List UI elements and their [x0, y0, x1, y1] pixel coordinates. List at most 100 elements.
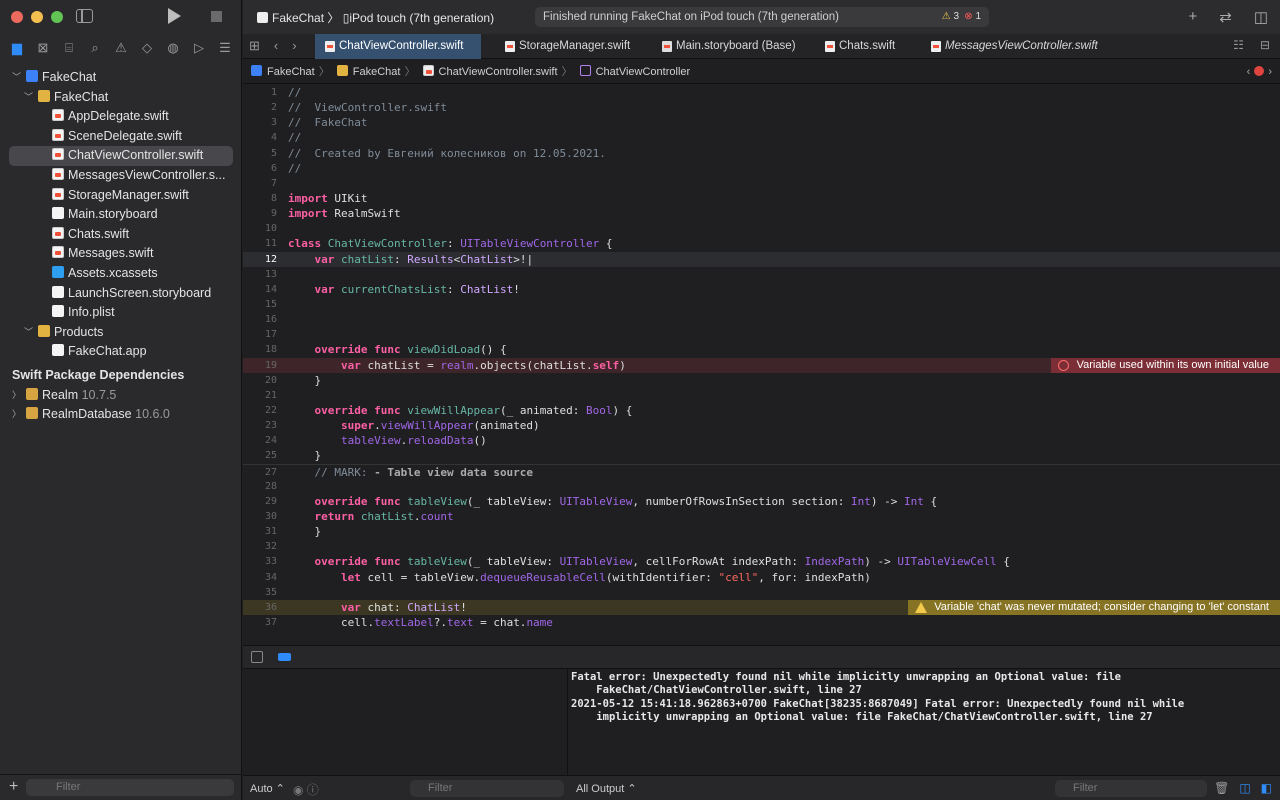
search-icon[interactable]: ⌕: [85, 40, 105, 56]
variables-scope-select[interactable]: Auto ⌃: [250, 782, 285, 795]
warning-annotation[interactable]: Variable 'chat' was never mutated; consi…: [908, 599, 1280, 615]
code-line[interactable]: 11 class ChatViewController: UITableViewC…: [243, 236, 1280, 251]
code-line[interactable]: 31 }: [243, 524, 1280, 539]
tree-item-file[interactable]: Assets.xcassets: [0, 264, 242, 284]
stop-button[interactable]: [211, 11, 222, 22]
breakpoint-icon[interactable]: ▷: [189, 40, 209, 56]
tree-item-products[interactable]: ﹀ Products: [0, 323, 242, 343]
chevron-down-icon[interactable]: ﹀: [24, 323, 33, 343]
chevron-right-icon[interactable]: 〉: [12, 386, 21, 406]
add-icon[interactable]: +: [9, 778, 18, 796]
issue-warning-icon[interactable]: ⚠: [111, 40, 131, 56]
breadcrumb-symbol[interactable]: ChatViewController: [596, 66, 691, 78]
console-output[interactable]: Fatal error: Unexpectedly found nil whil…: [569, 669, 1280, 775]
code-line[interactable]: 32: [243, 539, 1280, 554]
code-line[interactable]: 3 // FakeChat: [243, 115, 1280, 130]
code-line[interactable]: 23 super.viewWillAppear(animated): [243, 418, 1280, 433]
tab-messagesviewcontroller[interactable]: MessagesViewController.swift: [921, 34, 1098, 59]
code-line[interactable]: 14 var currentChatsList: ChatList!: [243, 282, 1280, 297]
tree-item-file[interactable]: LaunchScreen.storyboard: [0, 284, 242, 304]
chevron-down-icon[interactable]: ﹀: [24, 88, 33, 108]
variables-filter-input[interactable]: Filter: [410, 780, 564, 797]
tree-item-file-selected[interactable]: ChatViewController.swift: [9, 146, 233, 166]
split-view-icon[interactable]: ◫: [1239, 781, 1250, 795]
swap-arrows-icon[interactable]: ⇄: [1219, 8, 1232, 26]
error-icon[interactable]: [1254, 66, 1265, 76]
tree-item-file[interactable]: Main.storyboard: [0, 205, 242, 225]
code-line[interactable]: 2 // ViewController.swift: [243, 100, 1280, 115]
code-line[interactable]: 34 let cell = tableView.dequeueReusableC…: [243, 570, 1280, 585]
tree-item-file[interactable]: Chats.swift: [0, 225, 242, 245]
tree-item-file[interactable]: SceneDelegate.swift: [0, 127, 242, 147]
code-line[interactable]: 13: [243, 267, 1280, 282]
chevron-right-icon[interactable]: ›: [1268, 66, 1272, 78]
tab-chats[interactable]: Chats.swift: [815, 34, 895, 59]
code-line[interactable]: 30 return chatList.count: [243, 509, 1280, 524]
report-icon[interactable]: ☰: [215, 40, 235, 56]
source-editor[interactable]: 1 // 2 // ViewController.swift 3 // FakeCha…: [243, 85, 1280, 645]
code-line[interactable]: 33 override func tableView(_ tableView: …: [243, 554, 1280, 569]
tree-item-file[interactable]: FakeChat.app: [0, 342, 242, 362]
code-line[interactable]: 27 // MARK: - Table view data source: [243, 463, 1280, 479]
editor-options-icon[interactable]: ☷: [1233, 38, 1244, 52]
debug-icon[interactable]: ◍: [163, 40, 183, 56]
warning-count[interactable]: ⚠ 3: [942, 7, 959, 27]
code-line[interactable]: 9 import RealmSwift: [243, 206, 1280, 221]
test-diamond-icon[interactable]: ◇: [137, 40, 157, 56]
console-view-icon[interactable]: ◧: [1261, 781, 1272, 795]
output-select[interactable]: All Output ⌃: [576, 782, 637, 795]
close-window-button[interactable]: [11, 11, 23, 23]
chevron-left-icon[interactable]: ‹: [1247, 66, 1251, 78]
grid-icon[interactable]: ⊞: [249, 38, 260, 54]
code-line[interactable]: 28: [243, 479, 1280, 494]
run-button[interactable]: [168, 8, 181, 24]
folder-icon[interactable]: ▆: [7, 40, 27, 56]
source-control-icon[interactable]: ⊠: [33, 40, 53, 56]
inspector-toggle-icon[interactable]: ◫: [1254, 8, 1268, 26]
breakpoints-toggle-icon[interactable]: [278, 653, 291, 661]
tab-chatviewcontroller[interactable]: ChatViewController.swift: [315, 34, 481, 59]
variables-view[interactable]: [243, 669, 568, 775]
error-annotation[interactable]: Variable used within its own initial val…: [1050, 357, 1280, 373]
chevron-right-icon[interactable]: 〉: [12, 405, 21, 425]
code-line[interactable]: 1 //: [243, 85, 1280, 100]
tree-item-file[interactable]: StorageManager.swift: [0, 186, 242, 206]
code-line[interactable]: 10: [243, 221, 1280, 236]
code-line[interactable]: 8 import UIKit: [243, 191, 1280, 206]
tree-item-group[interactable]: ﹀ FakeChat: [0, 88, 242, 108]
code-line[interactable]: 16: [243, 312, 1280, 327]
code-line[interactable]: 22 override func viewWillAppear(_ animat…: [243, 403, 1280, 418]
symbol-navigator-icon[interactable]: ⌸: [59, 40, 79, 56]
code-line[interactable]: 21: [243, 388, 1280, 403]
code-line[interactable]: 5 // Created by Евгений колесников on 12.…: [243, 146, 1280, 161]
code-line[interactable]: 20 }: [243, 373, 1280, 388]
tree-item-file[interactable]: AppDelegate.swift: [0, 107, 242, 127]
add-icon[interactable]: +: [1188, 8, 1197, 26]
tree-item-file[interactable]: Info.plist: [0, 303, 242, 323]
code-line[interactable]: 24 tableView.reloadData(): [243, 433, 1280, 448]
back-arrow-icon[interactable]: ‹: [274, 38, 278, 54]
breadcrumb-project[interactable]: FakeChat: [267, 66, 315, 78]
code-line[interactable]: 15: [243, 297, 1280, 312]
zoom-window-button[interactable]: [51, 11, 63, 23]
code-line-error[interactable]: 19 var chatList = realm.objects(chatList…: [243, 357, 1280, 373]
tab-main-storyboard[interactable]: Main.storyboard (Base): [652, 34, 796, 59]
navigator-filter-input[interactable]: Filter: [26, 779, 234, 796]
code-line[interactable]: 7: [243, 176, 1280, 191]
hide-debug-area-icon[interactable]: [251, 651, 263, 663]
tree-item-project[interactable]: ﹀ FakeChat: [0, 68, 242, 88]
console-filter-input[interactable]: Filter: [1055, 780, 1207, 797]
breadcrumb-file[interactable]: ChatViewController.swift: [439, 66, 558, 78]
tab-storagemanager[interactable]: StorageManager.swift: [495, 34, 630, 59]
tree-item-file[interactable]: MessagesViewController.s...: [0, 166, 242, 186]
split-editor-icon[interactable]: ⊟: [1260, 38, 1270, 52]
code-line[interactable]: 25 }: [243, 448, 1280, 463]
code-line[interactable]: 6 //: [243, 161, 1280, 176]
code-line[interactable]: 4 //: [243, 130, 1280, 145]
code-line[interactable]: 35: [243, 585, 1280, 600]
tree-item-package[interactable]: 〉 Realm 10.7.5: [0, 386, 242, 406]
code-line[interactable]: 18 override func viewDidLoad() {: [243, 342, 1280, 357]
error-count[interactable]: ⊗ 1: [964, 7, 981, 27]
chevron-down-icon[interactable]: ﹀: [12, 68, 21, 88]
minimize-window-button[interactable]: [31, 11, 43, 23]
